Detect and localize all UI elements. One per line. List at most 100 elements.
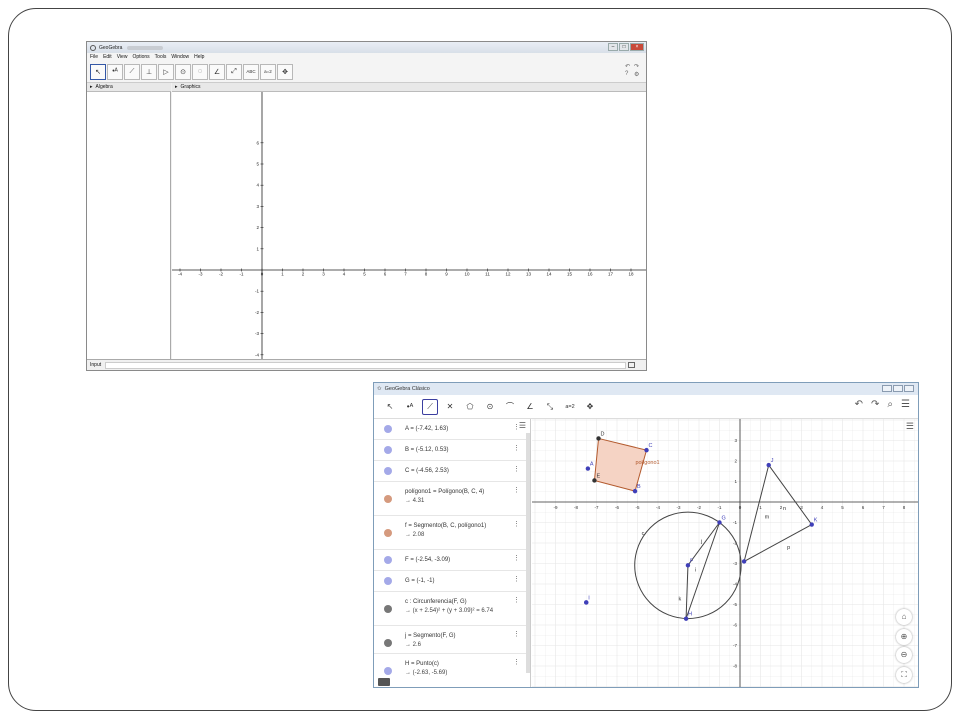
graphics-header[interactable]: ▸ Graphics <box>172 83 646 92</box>
maximize-button[interactable] <box>893 385 903 392</box>
polygon-icon[interactable]: ▷ <box>158 63 174 80</box>
keyboard-icon[interactable] <box>378 678 390 686</box>
more-options-icon[interactable]: ⋮ <box>513 596 520 604</box>
help-icon[interactable]: ? <box>625 71 633 78</box>
undo-icon[interactable]: ↶ <box>625 63 633 70</box>
menu-item-tools[interactable]: Tools <box>155 54 167 60</box>
undo-icon[interactable]: ↶ <box>855 399 863 410</box>
conic-icon[interactable]: ⌒ <box>502 399 518 415</box>
line-icon[interactable]: ⟋ <box>124 63 140 80</box>
circle-icon[interactable]: ⊙ <box>482 399 498 415</box>
algebra-view[interactable] <box>87 92 171 359</box>
algebra-view[interactable]: ☰ A = (-7.42, 1.63) ⋮ B = (-5.12, 0.53) ⋮ C … <box>374 419 531 687</box>
more-options-icon[interactable]: ⋮ <box>513 554 520 562</box>
algebra-row[interactable]: C = (-4.56, 2.53) ⋮ <box>374 461 526 482</box>
more-options-icon[interactable]: ⋮ <box>513 575 520 583</box>
menu-icon[interactable]: ☰ <box>901 399 910 410</box>
point-icon[interactable]: •ᴬ <box>107 63 123 80</box>
visibility-toggle[interactable] <box>384 467 392 475</box>
slider-icon[interactable]: a=2 <box>260 63 276 80</box>
algebra-row[interactable]: B = (-5.12, 0.53) ⋮ <box>374 440 526 461</box>
visibility-toggle[interactable] <box>384 556 392 564</box>
more-options-icon[interactable]: ⋮ <box>513 520 520 528</box>
visibility-toggle[interactable] <box>384 667 392 675</box>
algebra-row[interactable]: c : Circunferencia(F, G) → (x + 2.54)² + … <box>374 592 526 626</box>
zoom-in-icon[interactable]: ⊕ <box>896 629 912 645</box>
x-tick-label: 8 <box>425 272 428 277</box>
more-options-icon[interactable]: ⋮ <box>513 630 520 638</box>
settings-icon[interactable]: ⚙ <box>634 71 642 78</box>
visibility-toggle[interactable] <box>384 446 392 454</box>
visibility-toggle[interactable] <box>384 495 392 503</box>
input-label: Input <box>90 362 102 368</box>
visibility-toggle[interactable] <box>384 639 392 647</box>
input-field[interactable] <box>105 362 626 369</box>
menu-item-help[interactable]: Help <box>194 54 204 60</box>
redo-icon[interactable]: ↷ <box>634 63 642 70</box>
minimize-button[interactable]: – <box>608 43 618 51</box>
move-view-icon[interactable]: ✥ <box>582 399 598 415</box>
menu-item-edit[interactable]: Edit <box>103 54 112 60</box>
collapse-arrow-icon[interactable]: ▸ <box>90 84 93 90</box>
zoom-out-icon[interactable]: ⊖ <box>896 647 912 663</box>
ellipse-icon[interactable]: ◌ <box>192 63 208 80</box>
algebra-row[interactable]: polígono1 = Polígono(B, C, 4) → 4.31 ⋮ <box>374 482 526 516</box>
algebra-row[interactable]: G = (-1, -1) ⋮ <box>374 571 526 592</box>
menu-item-file[interactable]: File <box>90 54 98 60</box>
algebra-scrollbar[interactable] <box>526 433 530 673</box>
perpendicular-line-icon[interactable]: ⊥ <box>141 63 157 80</box>
more-options-icon[interactable]: ⋮ <box>513 486 520 494</box>
algebra-header[interactable]: ▸ Algebra <box>87 83 171 92</box>
close-button[interactable]: × <box>630 43 644 51</box>
point-icon[interactable]: •ᴬ <box>402 399 418 415</box>
algebra-definition: G = (-1, -1) <box>405 578 435 584</box>
move-arrow-icon[interactable]: ↖ <box>382 399 398 415</box>
style-bar-icon[interactable]: ☰ <box>906 421 914 432</box>
move-arrow-icon[interactable]: ↖ <box>90 63 106 80</box>
visibility-toggle[interactable] <box>384 577 392 585</box>
slider-icon[interactable]: a=2 <box>562 399 578 415</box>
perpendicular-line-icon[interactable]: ✕ <box>442 399 458 415</box>
angle-icon[interactable]: ∠ <box>522 399 538 415</box>
collapse-arrow-icon[interactable]: ▸ <box>175 84 178 90</box>
fullscreen-icon[interactable]: ⛶ <box>896 667 912 683</box>
angle-icon[interactable]: ∠ <box>209 63 225 80</box>
y-tick-label: -4 <box>255 352 259 357</box>
graphics-view[interactable]: -9-8-7-6-5-4-3-2-10123456789321-1-2-3-4-… <box>532 419 919 688</box>
graphics-view[interactable]: -4 -3 -2 -1 0 1 2 3 4 5 6 7 8 9 10 11 12 13 14 15 16 17 18 6 5 4 3… <box>172 92 647 359</box>
x-tick-label: 16 <box>587 272 593 277</box>
home-icon[interactable]: ⌂ <box>896 609 912 625</box>
move-view-icon[interactable]: ✥ <box>277 63 293 80</box>
more-options-icon[interactable]: ⋮ <box>513 423 520 431</box>
algebra-row[interactable]: A = (-7.42, 1.63) ⋮ <box>374 419 526 440</box>
more-options-icon[interactable]: ⋮ <box>513 465 520 473</box>
menu-item-window[interactable]: Window <box>171 54 189 60</box>
menu-item-view[interactable]: View <box>117 54 128 60</box>
redo-icon[interactable]: ↷ <box>871 399 879 410</box>
reflect-icon[interactable]: ⤡ <box>542 399 558 415</box>
visibility-toggle[interactable] <box>384 605 392 613</box>
minimize-button[interactable] <box>882 385 892 392</box>
more-options-icon[interactable]: ⋮ <box>513 444 520 452</box>
segment-icon[interactable]: ⟋ <box>422 398 438 415</box>
maximize-button[interactable]: □ <box>619 43 629 51</box>
undo-redo-group: ↶ ↷ ? ⚙ <box>625 63 642 78</box>
algebra-row[interactable]: j = Segmento(F, G) → 2.6 ⋮ <box>374 626 526 654</box>
menu-item-options[interactable]: Options <box>132 54 149 60</box>
reflect-icon[interactable]: ⤢ <box>226 63 242 80</box>
search-icon[interactable]: ⌕ <box>887 399 893 410</box>
circle-icon[interactable]: ⊙ <box>175 63 191 80</box>
text-icon[interactable]: ABC <box>243 63 259 80</box>
polygon-icon[interactable]: ⬠ <box>462 399 478 415</box>
visibility-toggle[interactable] <box>384 425 392 433</box>
more-options-icon[interactable]: ⋮ <box>513 658 520 666</box>
graphics-canvas[interactable]: -4 -3 -2 -1 0 1 2 3 4 5 6 7 8 9 10 11 12 13 14 15 16 17 186543… <box>172 92 647 359</box>
graphics-canvas[interactable]: -9-8-7-6-5-4-3-2-10123456789321-1-2-3-4-… <box>532 419 919 688</box>
keyboard-icon[interactable] <box>628 362 635 368</box>
close-button[interactable] <box>904 385 914 392</box>
algebra-row[interactable]: f = Segmento(B, C, polígono1) → 2.08 ⋮ <box>374 516 526 550</box>
visibility-toggle[interactable] <box>384 529 392 537</box>
algebra-row[interactable]: H = Punto(c) → (-2.63, -5.69) ⋮ <box>374 654 526 687</box>
algebra-row[interactable]: F = (-2.54, -3.09) ⋮ <box>374 550 526 571</box>
algebra-definition: f = Segmento(B, C, polígono1) <box>405 523 487 529</box>
